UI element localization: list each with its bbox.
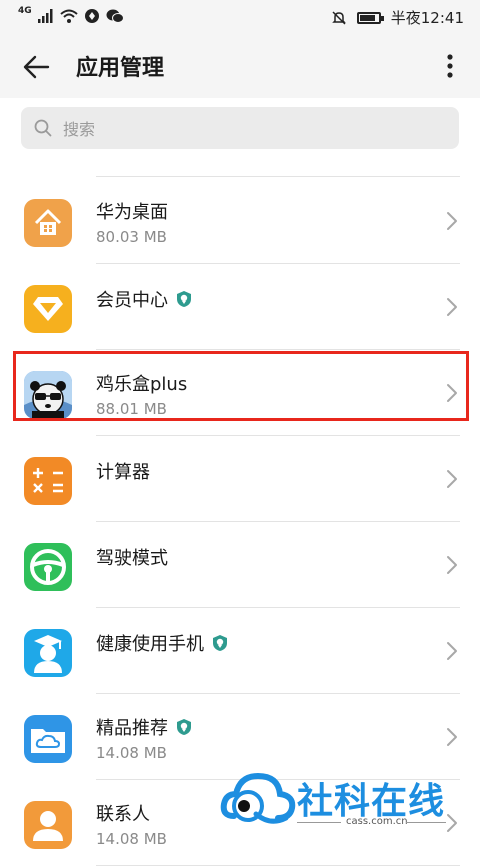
more-vertical-icon [447,54,453,78]
signal-icon [37,9,53,23]
app-name-text: 计算器 [96,462,150,483]
watermark-rule-left [297,822,341,823]
mute-bell-icon [331,10,346,25]
app-row[interactable]: 华为桌面 80.03 MB [0,178,480,264]
row-chevron [446,641,458,661]
cloud-eye-logo-icon [220,772,296,824]
calculator-icon [24,457,72,505]
watermark-url: cass.com.cn [346,816,408,827]
app-name-text: 联系人 [96,804,150,825]
app-row[interactable]: 会员中心 [0,264,480,350]
back-button[interactable] [20,50,54,84]
app-name: 计算器 [96,458,150,484]
status-bar: 4G 半夜12:41 [0,0,480,34]
app-name-text: 驾驶模式 [96,548,168,569]
app-name: 鸡乐盒plus [96,370,187,396]
shield-badge-icon [177,291,191,307]
row-chevron [446,469,458,489]
status-left: 4G [18,6,124,24]
app-name: 精品推荐 [96,714,192,740]
status-right: 半夜12:41 [331,7,464,28]
chevron-right-icon [447,728,457,746]
chevron-right-icon [447,212,457,230]
cloud-folder-icon [24,715,72,763]
app-name: 会员中心 [96,286,192,312]
row-chevron [446,211,458,231]
title-bar: 应用管理 [0,34,480,98]
watermark-logo: 社科在线 cass.com.cn [220,764,470,844]
search-box[interactable] [21,107,459,151]
app-size: 14.08 MB [96,830,167,848]
app-name-text: 会员中心 [96,290,168,311]
row-chevron [446,383,458,403]
home-icon [24,199,72,247]
battery-icon [356,11,384,24]
app-size: 80.03 MB [96,228,167,246]
diamond-icon [24,285,72,333]
graduate-icon [24,629,72,677]
search-input[interactable] [61,107,445,151]
app-name-text: 健康使用手机 [96,634,204,655]
arrow-left-icon [23,55,50,79]
clock: 半夜12:41 [390,9,464,27]
app-name: 联系人 [96,800,150,826]
shield-badge-icon [213,635,227,651]
app-name: 驾驶模式 [96,544,168,570]
app-name: 健康使用手机 [96,630,228,656]
app-name-text: 精品推荐 [96,718,168,739]
battery-level [359,14,375,21]
chevron-right-icon [447,470,457,488]
wechat-icon [106,9,124,23]
panda-icon [24,371,72,419]
wifi-icon [59,9,78,23]
notification-app-icon [84,9,99,23]
chevron-right-icon [447,298,457,316]
app-row[interactable]: 健康使用手机 [0,608,480,694]
search-icon [34,119,52,137]
chevron-right-icon [447,384,457,402]
more-options-button[interactable] [438,48,462,84]
app-row[interactable]: 鸡乐盒plus 88.01 MB [0,350,480,436]
steering-wheel-icon [24,543,72,591]
row-chevron [446,727,458,747]
page-title: 应用管理 [76,56,165,81]
contact-icon [24,801,72,849]
app-row[interactable]: 计算器 [0,436,480,522]
row-chevron [446,555,458,575]
chevron-right-icon [447,556,457,574]
app-row[interactable]: 驾驶模式 [0,522,480,608]
chevron-right-icon [447,642,457,660]
watermark-rule-right [406,822,446,823]
app-name-text: 华为桌面 [96,202,168,223]
shield-badge-icon [177,719,191,735]
app-size: 88.01 MB [96,400,167,418]
app-name-text: 鸡乐盒plus [96,374,188,395]
app-name: 华为桌面 [96,198,168,224]
list-top-divider [96,176,460,177]
row-chevron [446,297,458,317]
app-size: 14.08 MB [96,744,167,762]
network-type: 4G [18,6,32,16]
